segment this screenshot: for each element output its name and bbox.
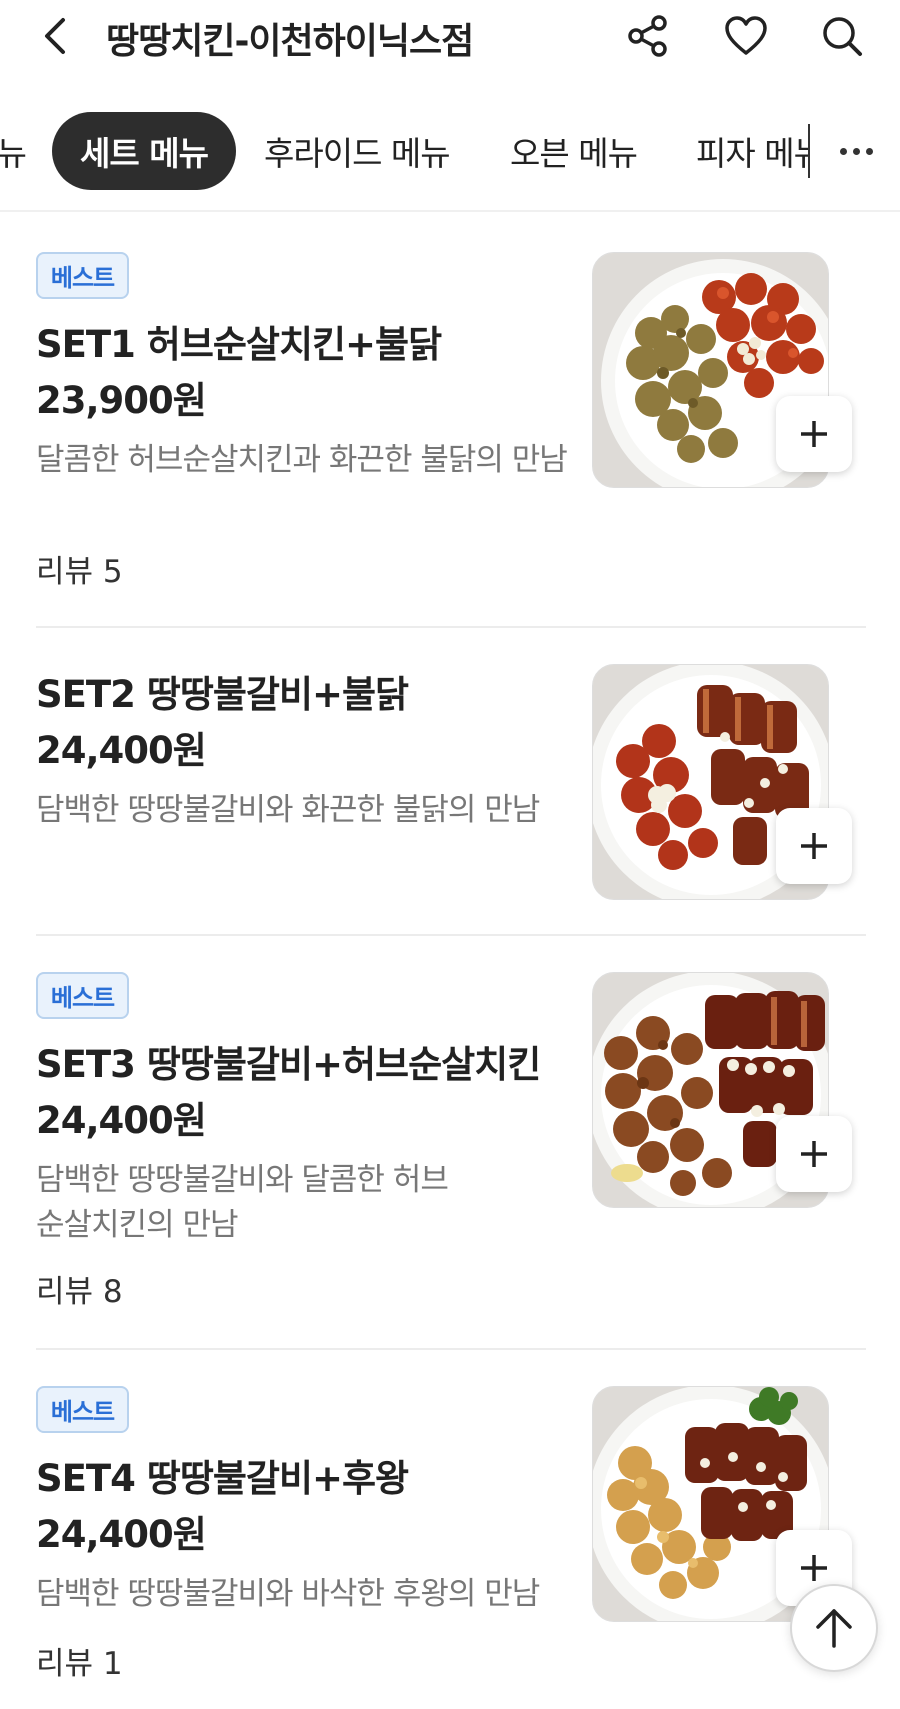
back-button[interactable] — [36, 14, 76, 58]
more-tabs-button[interactable] — [826, 112, 886, 190]
item-description: 달콤한 허브순살치킨과 화끈한 불닭의 만남 — [36, 442, 568, 478]
tabs-scroll-edge — [808, 124, 810, 178]
best-badge: 베스트 — [36, 1386, 129, 1433]
arrow-up-icon — [816, 1609, 852, 1648]
app-header: 땅땅치킨-이천하이닉스점 — [0, 0, 900, 72]
scroll-to-top-button[interactable] — [790, 1584, 878, 1672]
add-to-cart-button[interactable] — [776, 1116, 852, 1192]
more-dot — [865, 147, 873, 155]
back-icon — [45, 18, 65, 54]
more-dots-icon — [839, 147, 847, 155]
item-price: 24,400원 — [36, 1099, 207, 1142]
plus-icon — [801, 833, 827, 859]
plus-icon — [801, 421, 827, 447]
best-badge: 베스트 — [36, 252, 129, 299]
item-description: 담백한 땅땅불갈비와 바삭한 후왕의 만남 — [36, 1576, 540, 1612]
tab-pizza-menu[interactable]: 피자 메뉴 — [696, 112, 810, 190]
tab-oven-menu[interactable]: 오븐 메뉴 — [510, 112, 638, 190]
item-review-count[interactable]: 리뷰 5 — [36, 546, 123, 591]
item-review-count[interactable]: 리뷰 8 — [36, 1266, 123, 1311]
add-to-cart-button[interactable] — [776, 808, 852, 884]
tab-previous-partial[interactable]: 뉴 — [0, 112, 26, 190]
best-badge: 베스트 — [36, 972, 129, 1019]
item-divider — [36, 1348, 866, 1350]
item-description: 담백한 땅땅불갈비와 화끈한 불닭의 만남 — [36, 792, 540, 828]
more-dot — [852, 147, 860, 155]
item-price: 23,900원 — [36, 379, 207, 422]
share-button[interactable] — [624, 12, 672, 60]
tab-fried-menu[interactable]: 후라이드 메뉴 — [264, 112, 451, 190]
category-tabs: 뉴 세트 메뉴 후라이드 메뉴 오븐 메뉴 피자 메뉴 — [0, 112, 900, 192]
add-to-cart-button[interactable] — [776, 396, 852, 472]
item-name: SET3 땅땅불갈비+허브순살치킨 — [36, 1043, 541, 1086]
item-divider — [36, 626, 866, 628]
item-divider — [36, 934, 866, 936]
plus-icon — [801, 1141, 827, 1167]
tab-set-menu[interactable]: 세트 메뉴 — [52, 112, 236, 190]
item-price: 24,400원 — [36, 1513, 207, 1556]
tabs-divider — [0, 210, 900, 212]
search-button[interactable] — [818, 12, 866, 60]
search-icon — [823, 17, 862, 56]
item-description: 담백한 땅땅불갈비와 달콤한 허브순살치킨의 만남 — [36, 1162, 449, 1243]
item-price: 24,400원 — [36, 729, 207, 772]
plus-icon — [801, 1555, 827, 1581]
item-review-count[interactable]: 리뷰 1 — [36, 1638, 123, 1683]
heart-icon — [725, 16, 767, 55]
item-name: SET2 땅땅불갈비+불닭 — [36, 673, 409, 716]
share-icon — [628, 15, 667, 57]
store-title: 땅땅치킨-이천하이닉스점 — [106, 21, 474, 62]
item-name: SET4 땅땅불갈비+후왕 — [36, 1457, 409, 1500]
item-name: SET1 허브순살치킨+불닭 — [36, 323, 442, 366]
favorite-button[interactable] — [722, 12, 770, 60]
